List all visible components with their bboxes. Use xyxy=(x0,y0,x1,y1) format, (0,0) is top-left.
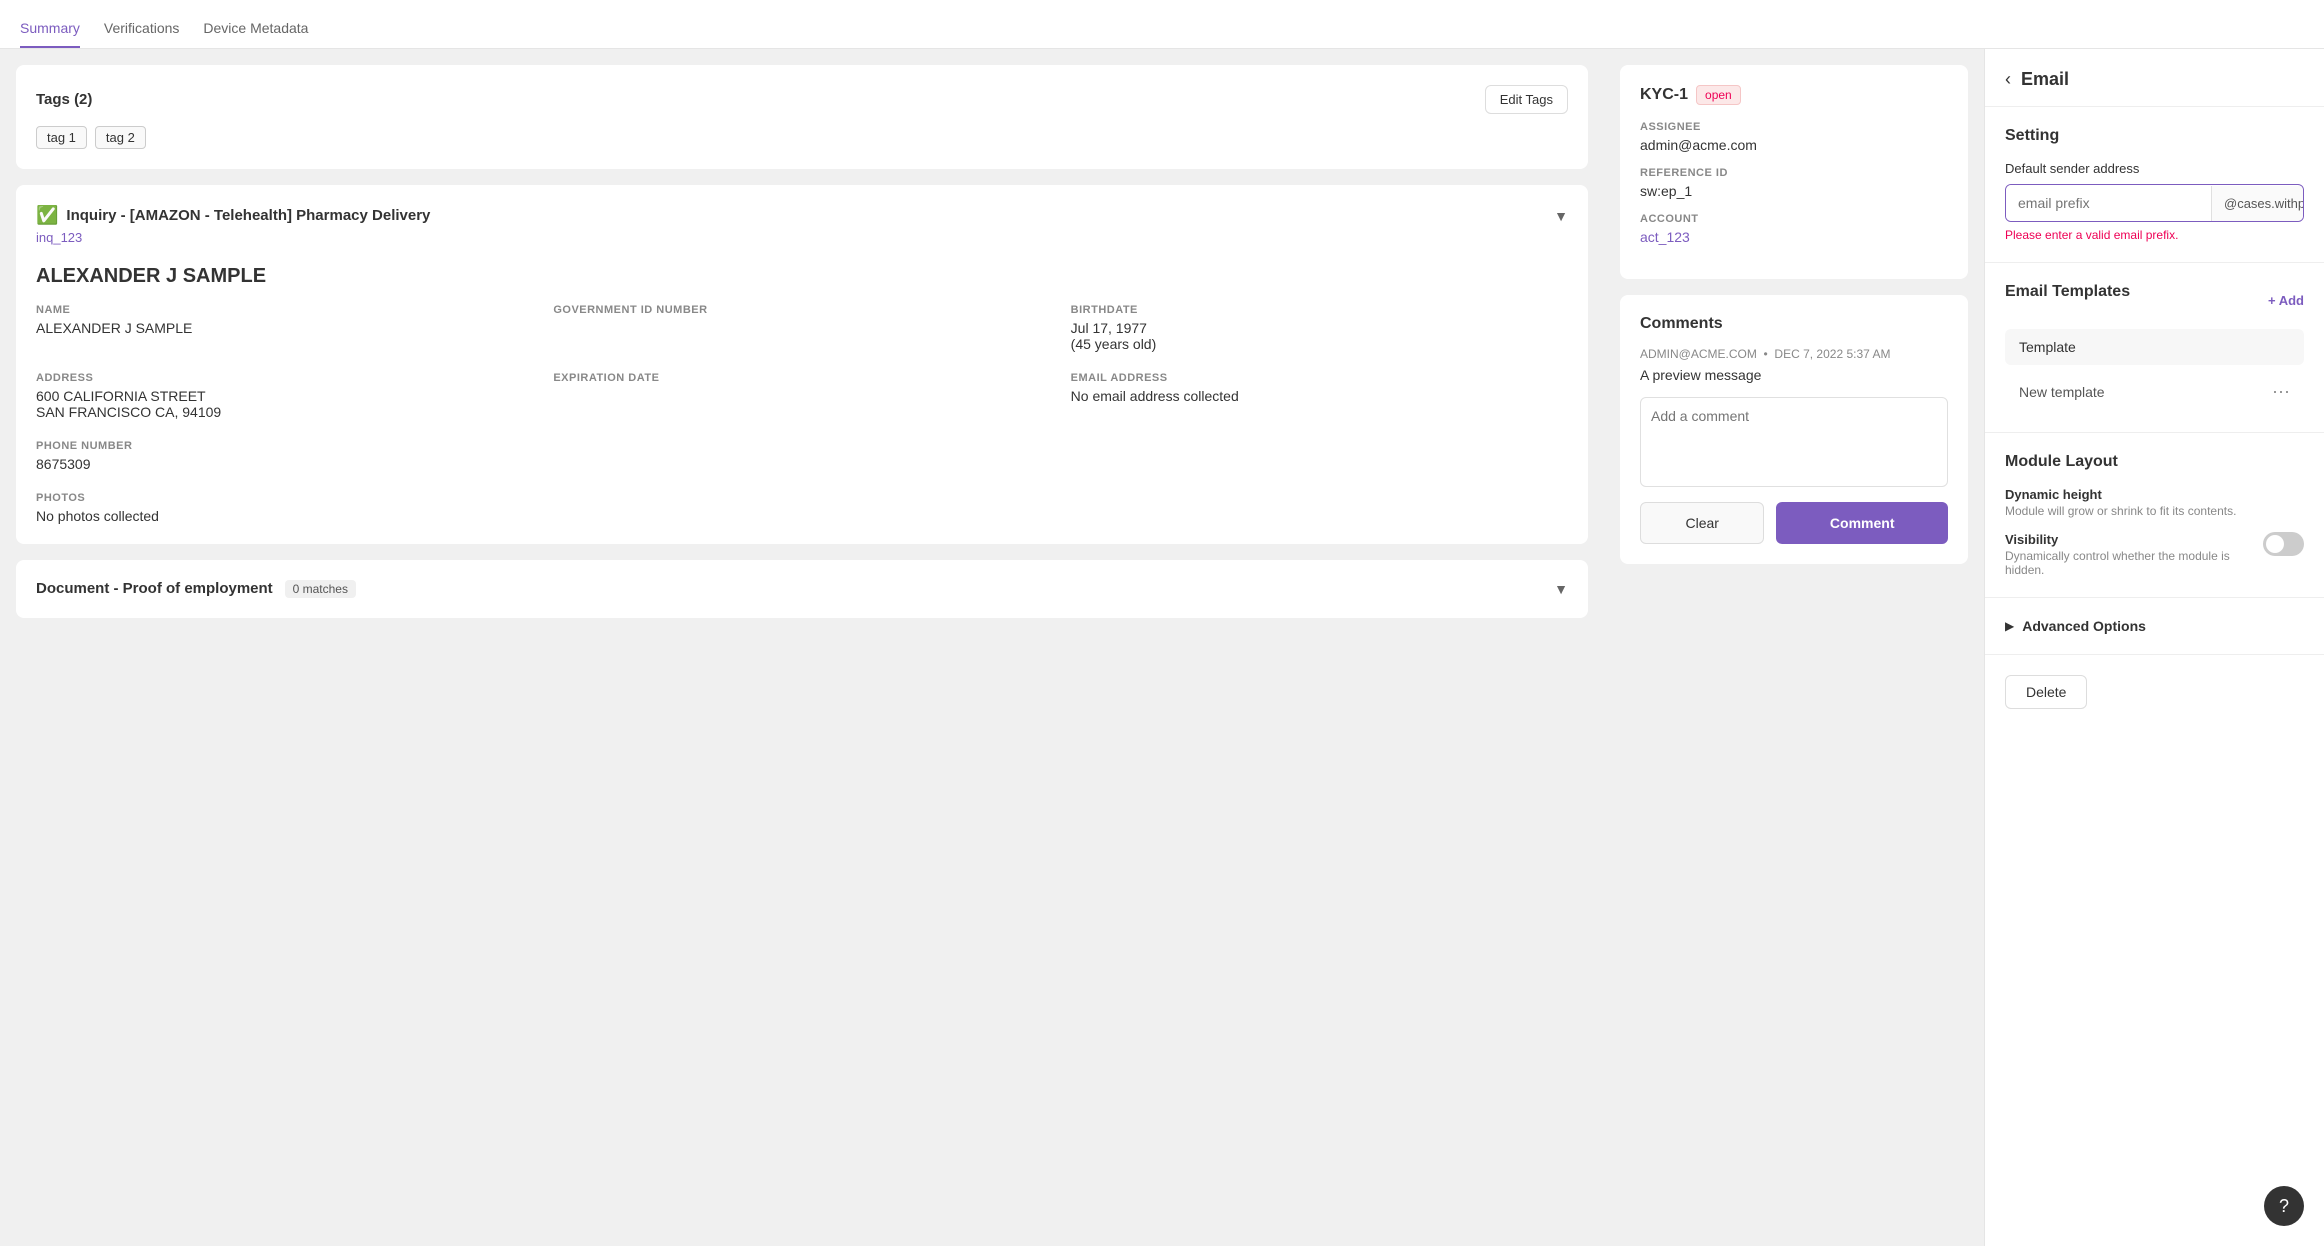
advanced-options-title: Advanced Options xyxy=(2022,618,2146,634)
inquiry-link[interactable]: inq_123 xyxy=(36,230,82,245)
gov-id-label: GOVERNMENT ID NUMBER xyxy=(553,304,1050,316)
panel-title: Email xyxy=(2021,69,2069,90)
comment-author: ADMIN@ACME.COM xyxy=(1640,347,1757,361)
inquiry-title: Inquiry - [AMAZON - Telehealth] Pharmacy… xyxy=(66,207,430,224)
phone-value: 8675309 xyxy=(36,456,533,472)
new-template-name: New template xyxy=(2019,384,2105,400)
toggle-slider xyxy=(2263,532,2304,556)
info-name: NAME ALEXANDER J SAMPLE xyxy=(36,304,533,352)
comment-message: A preview message xyxy=(1640,367,1948,383)
advanced-arrow-icon: ▶ xyxy=(2005,619,2014,633)
check-icon: ✅ xyxy=(36,205,58,226)
template-row: Template xyxy=(2005,329,2304,365)
tags-title: Tags (2) xyxy=(36,91,92,108)
comment-button[interactable]: Comment xyxy=(1776,502,1948,544)
document-card: Document - Proof of employment 0 matches… xyxy=(16,560,1588,618)
info-phone: PHONE NUMBER 8675309 xyxy=(36,440,533,472)
email-input-row: @cases.withpersona.com xyxy=(2005,184,2304,222)
kyc-card: KYC-1 open ASSIGNEE admin@acme.com REFER… xyxy=(1620,65,1968,279)
tab-verifications[interactable]: Verifications xyxy=(104,12,179,48)
setting-section: Setting Default sender address @cases.wi… xyxy=(1985,107,2324,263)
clear-button[interactable]: Clear xyxy=(1640,502,1764,544)
tags-list: tag 1 tag 2 xyxy=(36,126,1568,149)
info-photos: PHOTOS No photos collected xyxy=(36,492,1568,524)
visibility-item: Visibility Dynamically control whether t… xyxy=(2005,532,2304,577)
advanced-options-header[interactable]: ▶ Advanced Options xyxy=(2005,618,2304,634)
kyc-id: KYC-1 xyxy=(1640,86,1688,104)
expiration-label: EXPIRATION DATE xyxy=(553,372,1050,384)
phone-label: PHONE NUMBER xyxy=(36,440,533,452)
visibility-desc: Dynamically control whether the module i… xyxy=(2005,549,2263,577)
dynamic-height-desc: Module will grow or shrink to fit its co… xyxy=(2005,504,2304,518)
document-badge: 0 matches xyxy=(285,580,356,598)
birthdate-value: Jul 17, 1977(45 years old) xyxy=(1071,320,1568,352)
tag-item: tag 2 xyxy=(95,126,146,149)
reference-value: sw:ep_1 xyxy=(1640,183,1948,199)
help-button[interactable]: ? xyxy=(2264,1186,2304,1226)
tab-device-metadata[interactable]: Device Metadata xyxy=(203,12,308,48)
email-prefix-input[interactable] xyxy=(2006,185,2211,221)
address-value: 600 CALIFORNIA STREETSAN FRANCISCO CA, 9… xyxy=(36,388,533,420)
new-template-menu-button[interactable]: ··· xyxy=(2272,381,2290,402)
info-gov-id: GOVERNMENT ID NUMBER xyxy=(553,304,1050,352)
email-error-text: Please enter a valid email prefix. xyxy=(2005,228,2304,242)
assignee-value: admin@acme.com xyxy=(1640,137,1948,153)
template-name: Template xyxy=(2019,339,2076,355)
advanced-options-section[interactable]: ▶ Advanced Options xyxy=(1985,598,2324,655)
setting-title: Setting xyxy=(2005,127,2304,145)
address-label: ADDRESS xyxy=(36,372,533,384)
kyc-status-badge: open xyxy=(1696,85,1741,105)
kyc-reference-section: REFERENCE ID sw:ep_1 xyxy=(1640,167,1948,199)
reference-label: REFERENCE ID xyxy=(1640,167,1948,179)
edit-tags-button[interactable]: Edit Tags xyxy=(1485,85,1568,114)
account-label: ACCOUNT xyxy=(1640,213,1948,225)
module-layout-section: Module Layout Dynamic height Module will… xyxy=(1985,433,2324,598)
right-panel: ‹ Email Setting Default sender address @… xyxy=(1984,49,2324,1246)
email-label: EMAIL ADDRESS xyxy=(1071,372,1568,384)
tags-card: Tags (2) Edit Tags tag 1 tag 2 xyxy=(16,65,1588,169)
birthdate-label: BIRTHDATE xyxy=(1071,304,1568,316)
visibility-toggle[interactable] xyxy=(2263,532,2304,556)
dynamic-height-title: Dynamic height xyxy=(2005,487,2304,502)
photos-value: No photos collected xyxy=(36,508,1568,524)
module-layout-title: Module Layout xyxy=(2005,453,2304,471)
dynamic-height-item: Dynamic height Module will grow or shrin… xyxy=(2005,487,2304,518)
comment-meta: ADMIN@ACME.COM • DEC 7, 2022 5:37 AM xyxy=(1640,347,1948,361)
account-link[interactable]: act_123 xyxy=(1640,229,1690,245)
kyc-assignee-section: ASSIGNEE admin@acme.com xyxy=(1640,121,1948,153)
tag-item: tag 1 xyxy=(36,126,87,149)
email-value: No email address collected xyxy=(1071,388,1568,404)
email-templates-section: Email Templates + Add Template New templ… xyxy=(1985,263,2324,433)
new-template-row: New template ··· xyxy=(2005,371,2304,412)
email-templates-title: Email Templates xyxy=(2005,283,2130,301)
add-template-button[interactable]: + Add xyxy=(2268,293,2304,308)
email-suffix: @cases.withpersona.com xyxy=(2211,186,2304,221)
person-name: ALEXANDER J SAMPLE xyxy=(36,265,1568,288)
person-info-grid: NAME ALEXANDER J SAMPLE GOVERNMENT ID NU… xyxy=(36,304,1568,472)
comments-title: Comments xyxy=(1640,315,1948,333)
inquiry-card: ✅ Inquiry - [AMAZON - Telehealth] Pharma… xyxy=(16,185,1588,544)
delete-section: Delete xyxy=(1985,655,2324,729)
back-button[interactable]: ‹ xyxy=(2005,69,2011,90)
visibility-title: Visibility xyxy=(2005,532,2263,547)
chevron-down-icon[interactable]: ▼ xyxy=(1554,208,1568,224)
info-expiration: EXPIRATION DATE xyxy=(553,372,1050,420)
info-address: ADDRESS 600 CALIFORNIA STREETSAN FRANCIS… xyxy=(36,372,533,420)
info-email: EMAIL ADDRESS No email address collected xyxy=(1071,372,1568,420)
info-birthdate: BIRTHDATE Jul 17, 1977(45 years old) xyxy=(1071,304,1568,352)
name-value: ALEXANDER J SAMPLE xyxy=(36,320,533,336)
comment-textarea[interactable] xyxy=(1640,397,1948,487)
tab-summary[interactable]: Summary xyxy=(20,12,80,48)
document-chevron-icon[interactable]: ▼ xyxy=(1554,581,1568,597)
kyc-account-section: ACCOUNT act_123 xyxy=(1640,213,1948,245)
assignee-label: ASSIGNEE xyxy=(1640,121,1948,133)
comments-card: Comments ADMIN@ACME.COM • DEC 7, 2022 5:… xyxy=(1620,295,1968,564)
sender-label: Default sender address xyxy=(2005,161,2304,176)
document-title: Document - Proof of employment xyxy=(36,580,273,597)
name-label: NAME xyxy=(36,304,533,316)
delete-button[interactable]: Delete xyxy=(2005,675,2087,709)
photos-label: PHOTOS xyxy=(36,492,1568,504)
comment-date: DEC 7, 2022 5:37 AM xyxy=(1774,347,1890,361)
